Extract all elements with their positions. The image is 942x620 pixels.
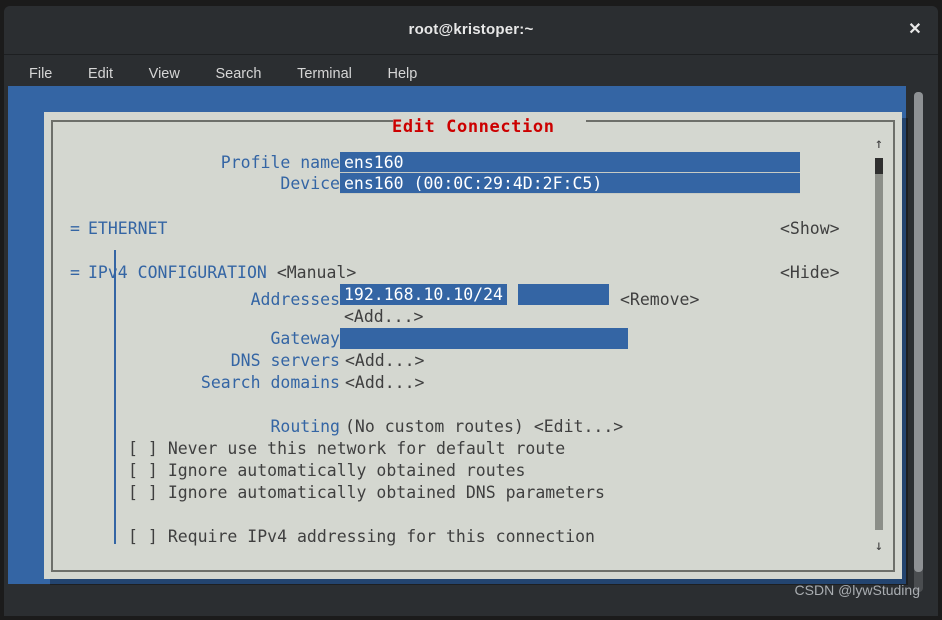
checkbox-require-ipv4[interactable]: [ ]: [128, 526, 158, 547]
row-dns-servers: DNS servers <Add...>: [162, 350, 425, 371]
terminal-scrollbar-thumb[interactable]: [914, 92, 923, 572]
edit-connection-dialog: Edit Connection Profile name ens160 Devic…: [44, 112, 902, 579]
scroll-down-arrow-icon[interactable]: ↓: [872, 538, 886, 554]
ipv4-section-label: IPv4 CONFIGURATION: [88, 263, 267, 282]
window-title: root@kristoper:~: [408, 21, 534, 38]
label-never-default-route: Never use this network for default route: [167, 439, 566, 458]
label-ignore-auto-dns: Ignore automatically obtained DNS parame…: [167, 483, 605, 502]
row-addresses-add: <Add...>: [344, 306, 423, 327]
addresses-add-button[interactable]: <Add...>: [344, 306, 423, 327]
addresses-input-overflow[interactable]: [517, 284, 609, 305]
addresses-input[interactable]: 192.168.10.10/24: [340, 284, 507, 305]
row-check-never-default[interactable]: [ ] Never use this network for default ro…: [128, 438, 565, 459]
checkbox-never-default-route[interactable]: [ ]: [128, 438, 158, 459]
dialog-scroll-track[interactable]: [875, 158, 883, 530]
dialog-scroll-thumb[interactable]: [875, 158, 883, 174]
ipv4-hide-toggle[interactable]: <Hide>: [780, 262, 840, 283]
ipv4-tree-line: [114, 250, 116, 544]
gateway-input[interactable]: [340, 328, 628, 349]
checkbox-ignore-auto-dns[interactable]: [ ]: [128, 482, 158, 503]
ethernet-show-toggle[interactable]: <Show>: [780, 218, 840, 239]
window-titlebar: root@kristoper:~ ✕: [4, 6, 938, 55]
addresses-label: Addresses: [250, 290, 340, 309]
ethernet-section-label: ETHERNET: [88, 219, 168, 238]
dialog-scrollbar[interactable]: ↑ ↓: [872, 136, 886, 554]
row-routing: Routing (No custom routes) <Edit...>: [162, 416, 623, 437]
row-ipv4-config: = IPv4 CONFIGURATION <Manual>: [70, 262, 356, 283]
routing-edit-button[interactable]: <Edit...>: [534, 416, 623, 437]
profile-name-label: Profile name: [220, 153, 340, 172]
row-check-ignore-dns[interactable]: [ ] Ignore automatically obtained DNS par…: [128, 482, 605, 503]
screen: root@kristoper:~ ✕ File Edit View Search…: [0, 0, 942, 620]
device-label: Device: [280, 174, 340, 193]
watermark: CSDN @lywStuding: [794, 582, 920, 598]
terminal-bottom-gutter: [8, 584, 926, 610]
terminal-canvas: Edit Connection Profile name ens160 Devic…: [8, 86, 926, 610]
dialog-title: Edit Connection: [392, 117, 555, 137]
checkbox-ignore-auto-routes[interactable]: [ ]: [128, 460, 158, 481]
row-addresses: Addresses 192.168.10.10/24 <Remove>: [162, 284, 699, 309]
search-domains-label: Search domains: [200, 373, 340, 392]
ethernet-show-label: <Show>: [780, 219, 840, 238]
dns-servers-label: DNS servers: [230, 351, 340, 370]
row-gateway: Gateway: [162, 328, 628, 349]
scroll-up-arrow-icon[interactable]: ↑: [872, 136, 886, 152]
row-profile-name: Profile name ens160: [162, 152, 800, 173]
search-domains-add-button[interactable]: <Add...>: [345, 372, 424, 393]
dns-servers-add-button[interactable]: <Add...>: [345, 350, 424, 371]
gateway-label: Gateway: [270, 329, 340, 348]
routing-status: (No custom routes): [345, 417, 524, 436]
ipv4-method-select[interactable]: <Manual>: [277, 262, 356, 283]
ipv4-collapse-marker[interactable]: =: [70, 262, 88, 283]
label-ignore-auto-routes: Ignore automatically obtained routes: [167, 461, 526, 480]
profile-name-input[interactable]: ens160: [340, 152, 800, 173]
row-check-require-ipv4[interactable]: [ ] Require IPv4 addressing for this conn…: [128, 526, 595, 547]
ipv4-hide-label: <Hide>: [780, 263, 840, 282]
device-input[interactable]: ens160 (00:0C:29:4D:2F:C5): [340, 173, 800, 194]
row-check-ignore-routes[interactable]: [ ] Ignore automatically obtained routes: [128, 460, 525, 481]
routing-label: Routing: [270, 417, 340, 436]
row-ethernet: = ETHERNET: [70, 218, 167, 239]
ethernet-collapse-marker[interactable]: =: [70, 218, 88, 239]
addresses-cursor-gap: [506, 284, 518, 305]
row-search-domains: Search domains <Add...>: [162, 372, 425, 393]
close-icon[interactable]: ✕: [902, 18, 928, 42]
addresses-remove-button[interactable]: <Remove>: [620, 289, 699, 310]
row-device: Device ens160 (00:0C:29:4D:2F:C5): [162, 173, 800, 194]
label-require-ipv4: Require IPv4 addressing for this connect…: [167, 527, 595, 546]
